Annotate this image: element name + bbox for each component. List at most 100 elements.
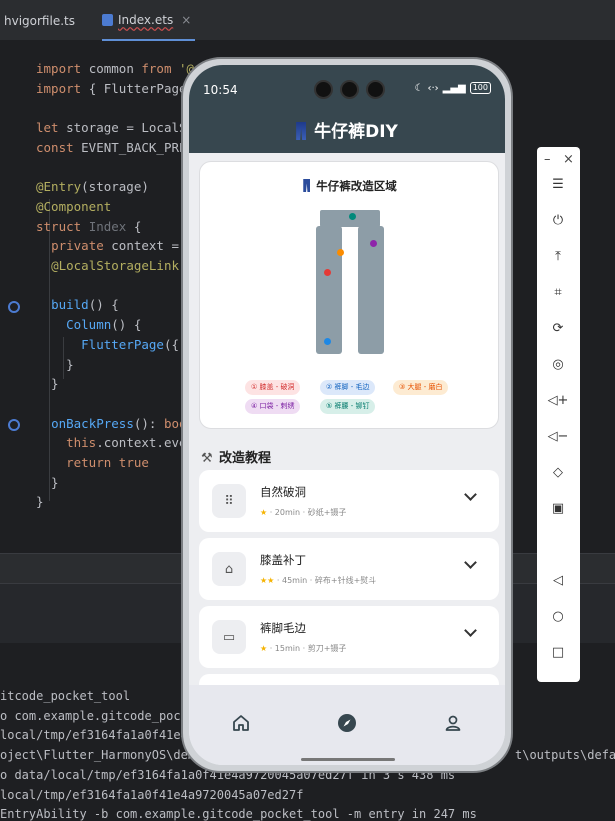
override-marker-icon[interactable] [8,301,20,313]
tutorial-meta-text: · 20min · 砂纸+镊子 [267,508,347,517]
status-time: 10:54 [203,83,238,97]
difficulty-stars: ★★ [260,576,275,585]
camera-icon [366,80,385,99]
chevron-down-icon[interactable] [464,624,477,637]
code-token: Column [66,317,112,333]
legend-chip-thigh[interactable]: ③ 大腿 - 磨白 [393,380,449,395]
close-button[interactable]: × [563,152,574,167]
pocket-marker[interactable] [370,240,377,247]
jeans-icon [303,179,311,192]
console-line: itcode_pocket_tool [0,689,131,703]
legend-chip-hem[interactable]: ② 裤脚 - 毛边 [320,380,376,395]
screenshot-icon[interactable]: ◎ [548,354,568,374]
code-line: import { FlutterPage [36,81,187,100]
tab-hvigorfile[interactable]: hvigorfile.ts [4,0,75,41]
code-token: (): [133,415,164,431]
minimize-button[interactable]: – [544,152,551,167]
code-token: () { [111,317,142,333]
code-line: build() { [36,297,119,316]
home-icon[interactable] [230,712,252,734]
legend-chip-pocket[interactable]: ④ 口袋 - 刺绣 [245,399,301,414]
legend-chip-knee[interactable]: ① 膝盖 - 破洞 [245,380,301,395]
console-line: oject\Flutter_HarmonyOS\demo [0,748,203,763]
foldscreen-icon[interactable]: ▣ [548,498,568,518]
code-token: (storage) [81,179,149,195]
compass-icon[interactable] [336,712,358,734]
chevron-down-icon[interactable] [464,556,477,569]
code-token: { [133,218,142,234]
tab-label: Index.ets [118,12,174,27]
tab-index-ets[interactable]: Index.ets × [102,0,196,41]
code-token: .context.eve [96,435,187,451]
code-token: import [36,61,89,76]
code-token: storage = LocalS [66,120,187,136]
knee-marker[interactable] [324,269,331,276]
console-line-tail: t\outputs\defau [515,748,615,763]
code-token: () { [88,297,119,313]
modify-area-card: 牛仔裤改造区域 ① 膝盖 - 破洞 ② 裤脚 - 毛边 ③ 大腿 - 磨白 ④ … [199,161,499,429]
camera-icon [340,80,359,99]
back-icon[interactable]: ◁ [548,570,568,590]
code-token: build [51,297,89,313]
hem-marker[interactable] [324,338,331,345]
ruler-icon: ▭ [212,620,246,654]
area-title-text: 牛仔裤改造区域 [316,179,397,193]
tutorial-name: 裤脚毛边 [260,621,306,635]
tutorial-meta: ★ · 15min · 剪刀+镊子 [260,643,346,654]
tutorial-card[interactable]: ▭ 裤脚毛边 ★ · 15min · 剪刀+镊子 [199,606,499,668]
thigh-marker[interactable] [337,249,344,256]
code-line: } [36,475,59,494]
code-line: Column() { [36,317,141,336]
waistband-marker[interactable] [349,213,356,220]
tutorial-meta-text: · 45min · 碎布+针线+熨斗 [274,576,377,585]
code-token: Index [88,218,134,234]
code-line: } [36,376,59,395]
override-marker-icon[interactable] [8,419,20,431]
rotate-icon[interactable]: ⟳ [548,318,568,338]
tutorial-card[interactable]: ⠿ 自然破洞 ★ · 20min · 砂纸+镊子 [199,470,499,532]
code-line: @Component [36,199,111,218]
code-token: { FlutterPage [88,80,187,96]
code-token: } [36,494,44,510]
code-token: } [36,376,59,392]
menu-icon[interactable]: ☰ [548,174,568,194]
code-line: } [36,357,74,376]
phone-frame: 10:54 ☾ ‹·› ▂▄▆ 100 牛仔裤DIY 牛仔裤改造区域 ① 膝盖 … [181,57,513,773]
home-indicator[interactable] [301,758,395,761]
volume-up-icon[interactable]: ◁+ [548,390,569,410]
volume-down-icon[interactable]: ◁− [548,426,569,446]
code-line: @Entry(storage) [36,179,149,198]
status-icons: ☾ ‹·› ▂▄▆ 100 [414,82,491,94]
code-line: private context = . [36,238,194,257]
code-token: this [66,435,97,451]
crop-icon[interactable]: ⌗ [548,282,568,302]
code-line: let storage = LocalS [36,120,187,139]
tutorial-card[interactable]: ⌂ 膝盖补丁 ★★ · 45min · 碎布+针线+熨斗 [199,538,499,600]
section-title-text: 改造教程 [219,451,272,466]
person-icon[interactable] [442,712,464,734]
code-token: return true [66,455,149,470]
editor-tab-bar: hvigorfile.ts Index.ets × [0,0,615,41]
recents-icon[interactable]: □ [548,642,568,662]
tutorial-name: 膝盖补丁 [260,553,306,567]
code-token: } [36,356,74,372]
code-token: FlutterPage [81,336,164,352]
code-line: this.context.eve [36,435,187,454]
console-line: o com.example.gitcode_pock [0,708,188,723]
chevron-down-icon[interactable] [464,488,477,501]
jeans-left-leg [316,226,342,354]
code-token: from [141,61,180,76]
legend-chip-waistband[interactable]: ⑤ 裤腰 - 铆钉 [320,399,376,414]
home-icon[interactable]: ○ [548,606,568,626]
app-title-text: 牛仔裤DIY [314,122,398,142]
upload-icon[interactable]: ⤒ [548,246,568,266]
close-icon[interactable]: × [181,13,191,27]
tutorial-meta-text: · 15min · 剪刀+镊子 [267,644,347,653]
power-icon[interactable]: ⏻ [548,210,568,230]
fold-icon[interactable]: ◇ [548,462,568,482]
